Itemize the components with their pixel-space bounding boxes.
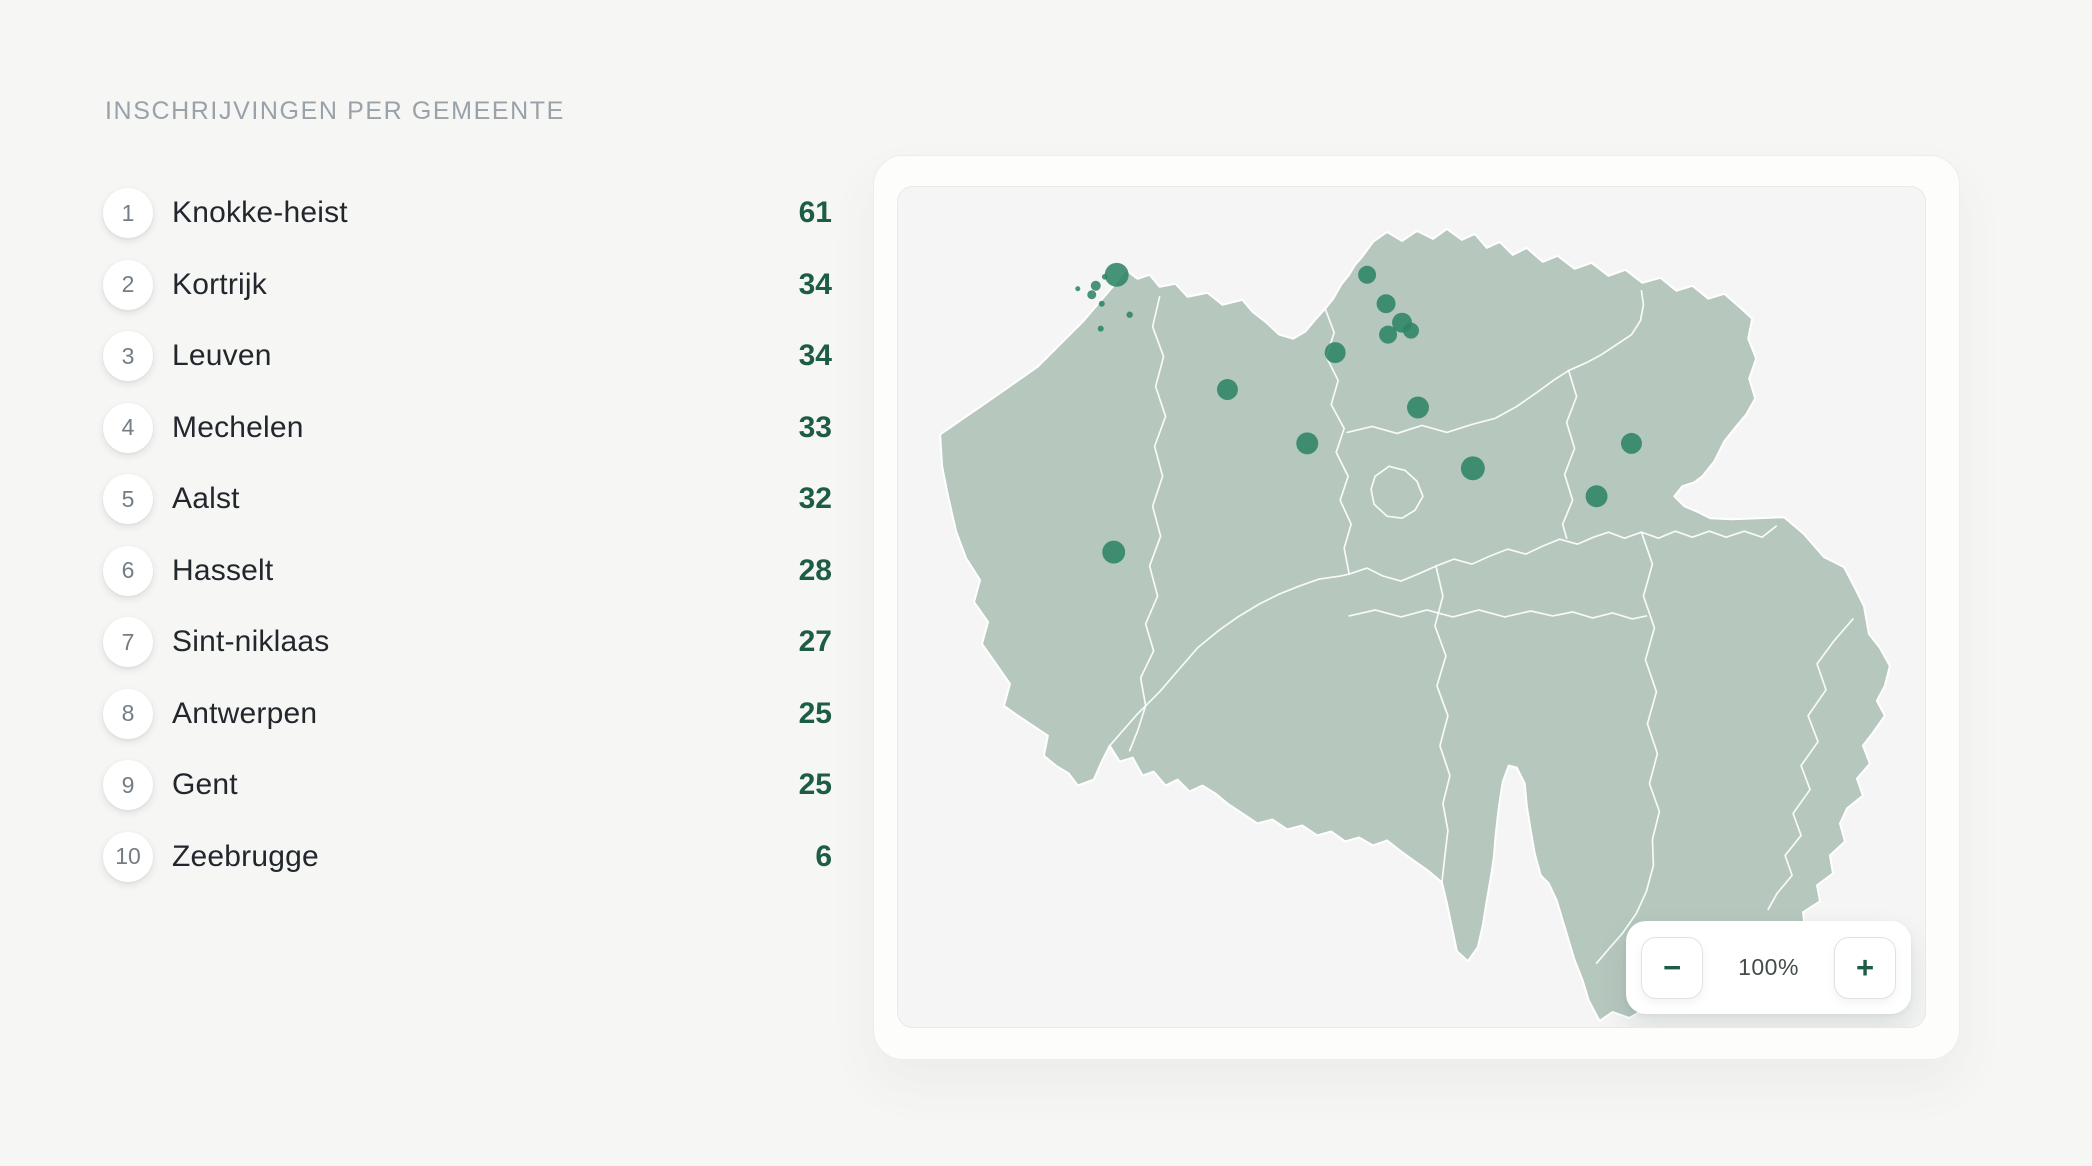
registration-marker[interactable] bbox=[1126, 312, 1132, 318]
ranking-row: 7 Sint-niklaas 27 bbox=[103, 617, 832, 667]
belgium-map[interactable] bbox=[898, 187, 1925, 1027]
registration-marker[interactable] bbox=[1105, 263, 1129, 287]
rank-badge: 1 bbox=[103, 188, 153, 238]
registration-marker[interactable] bbox=[1098, 326, 1104, 332]
registration-marker[interactable] bbox=[1075, 286, 1080, 291]
zoom-in-button[interactable]: + bbox=[1834, 937, 1896, 999]
registration-count: 6 bbox=[815, 840, 832, 874]
registration-marker[interactable] bbox=[1403, 323, 1419, 339]
municipality-name: Hasselt bbox=[172, 554, 273, 588]
municipality-name: Mechelen bbox=[172, 411, 304, 445]
registration-marker[interactable] bbox=[1621, 433, 1642, 454]
registration-marker[interactable] bbox=[1217, 379, 1238, 400]
zoom-level-label: 100% bbox=[1703, 954, 1834, 981]
municipality-name: Zeebrugge bbox=[172, 840, 319, 874]
registration-count: 34 bbox=[799, 339, 832, 373]
rank-badge: 10 bbox=[103, 832, 153, 882]
registration-count: 27 bbox=[799, 625, 832, 659]
zoom-out-button[interactable]: − bbox=[1641, 937, 1703, 999]
municipality-name: Kortrijk bbox=[172, 268, 267, 302]
municipality-name: Antwerpen bbox=[172, 697, 317, 731]
ranking-row: 5 Aalst 32 bbox=[103, 474, 832, 524]
ranking-row: 8 Antwerpen 25 bbox=[103, 689, 832, 739]
ranking-row: 1 Knokke-heist 61 bbox=[103, 188, 832, 238]
registration-marker[interactable] bbox=[1325, 342, 1346, 363]
rank-badge: 8 bbox=[103, 689, 153, 739]
ranking-row: 2 Kortrijk 34 bbox=[103, 260, 832, 310]
registration-count: 25 bbox=[799, 768, 832, 802]
rank-badge: 7 bbox=[103, 617, 153, 667]
map-zoom-control: − 100% + bbox=[1626, 921, 1911, 1014]
ranking-row: 3 Leuven 34 bbox=[103, 331, 832, 381]
ranking-row: 4 Mechelen 33 bbox=[103, 403, 832, 453]
ranking-row: 10 Zeebrugge 6 bbox=[103, 832, 832, 882]
rank-badge: 5 bbox=[103, 474, 153, 524]
rank-badge: 6 bbox=[103, 546, 153, 596]
rank-badge: 9 bbox=[103, 760, 153, 810]
belgium-landmass bbox=[940, 229, 1890, 1021]
ranking-row: 6 Hasselt 28 bbox=[103, 546, 832, 596]
registration-marker[interactable] bbox=[1296, 432, 1318, 454]
rank-badge: 2 bbox=[103, 260, 153, 310]
registration-count: 32 bbox=[799, 482, 832, 516]
registration-marker[interactable] bbox=[1102, 274, 1108, 280]
registration-marker[interactable] bbox=[1461, 456, 1485, 480]
registration-marker[interactable] bbox=[1407, 397, 1429, 419]
page-title: INSCHRIJVINGEN PER GEMEENTE bbox=[105, 97, 565, 126]
municipality-name: Gent bbox=[172, 768, 238, 802]
municipality-name: Sint-niklaas bbox=[172, 625, 329, 659]
registration-marker[interactable] bbox=[1091, 281, 1101, 291]
ranking-list: 1 Knokke-heist 61 2 Kortrijk 34 3 Leuven 34 4 Mech… bbox=[103, 188, 832, 882]
registration-count: 25 bbox=[799, 697, 832, 731]
registration-count: 61 bbox=[799, 196, 832, 230]
registration-marker[interactable] bbox=[1358, 266, 1376, 284]
registration-count: 33 bbox=[799, 411, 832, 445]
registration-marker[interactable] bbox=[1377, 294, 1396, 313]
municipality-name: Leuven bbox=[172, 339, 272, 373]
rank-badge: 4 bbox=[103, 403, 153, 453]
rank-badge: 3 bbox=[103, 331, 153, 381]
registration-marker[interactable] bbox=[1099, 301, 1105, 307]
registration-marker[interactable] bbox=[1087, 290, 1096, 299]
registration-marker[interactable] bbox=[1586, 485, 1608, 507]
registration-marker[interactable] bbox=[1379, 326, 1397, 344]
map-container[interactable]: − 100% + bbox=[897, 186, 1926, 1028]
map-card: − 100% + bbox=[873, 155, 1960, 1060]
registration-count: 28 bbox=[799, 554, 832, 588]
municipality-name: Knokke-heist bbox=[172, 196, 348, 230]
ranking-row: 9 Gent 25 bbox=[103, 760, 832, 810]
municipality-name: Aalst bbox=[172, 482, 240, 516]
registration-marker[interactable] bbox=[1102, 541, 1125, 564]
registration-count: 34 bbox=[799, 268, 832, 302]
